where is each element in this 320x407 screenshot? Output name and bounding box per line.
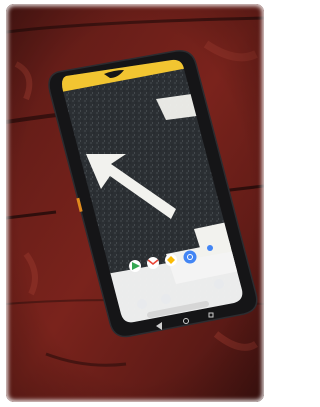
messages-icon — [207, 245, 213, 251]
phone-icon — [137, 299, 147, 309]
product-photo — [6, 4, 264, 402]
photo-scene — [6, 4, 264, 402]
chrome-dot — [188, 255, 192, 259]
camera-icon — [161, 294, 171, 304]
google-icon — [214, 279, 224, 289]
gmail-icon — [147, 257, 159, 269]
